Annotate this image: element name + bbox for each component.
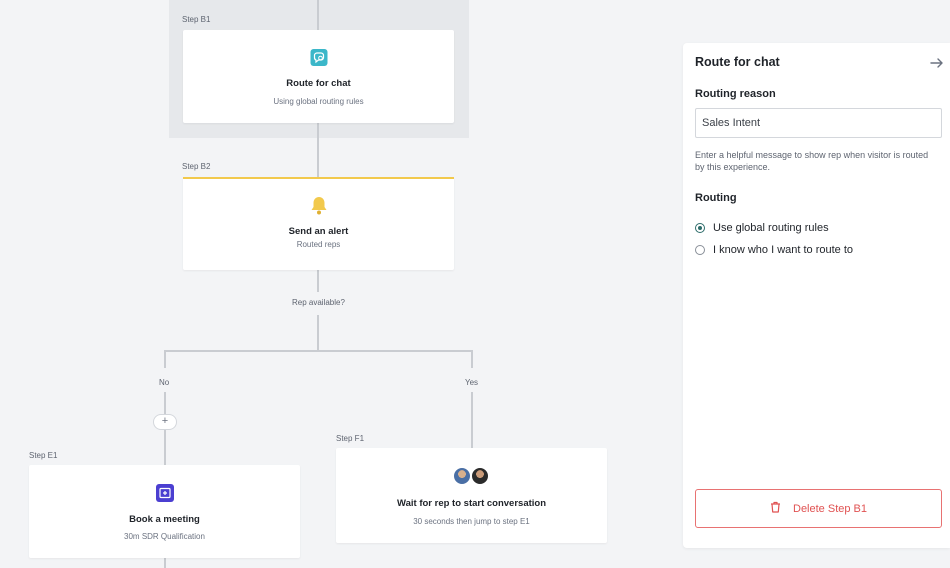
step-title: Book a meeting xyxy=(129,514,200,525)
step-label-b1: Step B1 xyxy=(182,15,211,24)
calendar-icon xyxy=(155,484,174,507)
connector-line xyxy=(317,123,319,178)
step-label-e1: Step E1 xyxy=(29,451,58,460)
avatar xyxy=(452,466,472,486)
step-label-f1: Step F1 xyxy=(336,434,365,443)
arrow-right-icon[interactable] xyxy=(929,55,945,71)
step-title: Send an alert xyxy=(288,226,349,237)
step-card-route-for-chat[interactable]: Route for chat Using global routing rule… xyxy=(183,30,454,123)
radio-button[interactable] xyxy=(695,223,705,233)
delete-step-label: Delete Step B1 xyxy=(793,502,867,515)
radio-button[interactable] xyxy=(695,245,705,255)
step-subtitle: 30m SDR Qualification xyxy=(124,532,205,541)
connector-line xyxy=(471,350,473,368)
helper-text: Enter a helpful message to show rep when… xyxy=(695,150,929,172)
branch-line xyxy=(164,350,473,352)
step-card-wait-for-rep[interactable]: Wait for rep to start conversation 30 se… xyxy=(336,448,607,543)
step-title: Route for chat xyxy=(286,78,351,89)
step-card-send-alert[interactable]: Send an alert Routed reps xyxy=(183,177,454,270)
routing-reason-label: Routing reason xyxy=(695,88,776,100)
step-subtitle: 30 seconds then jump to step E1 xyxy=(413,517,530,526)
delete-step-button[interactable]: Delete Step B1 xyxy=(695,489,942,528)
step-label-b2: Step B2 xyxy=(182,162,211,171)
radio-option-route-to[interactable]: I know who I want to route to xyxy=(695,244,853,256)
connector-line xyxy=(317,0,319,30)
routing-reason-input[interactable] xyxy=(695,108,942,138)
chat-route-icon xyxy=(310,49,327,71)
avatar xyxy=(470,466,490,486)
radio-label: I know who I want to route to xyxy=(713,244,854,256)
connector-line xyxy=(164,558,166,568)
step-settings-panel: Route for chat Routing reason Enter a he… xyxy=(683,43,950,548)
connector-line xyxy=(164,430,166,466)
panel-title: Route for chat xyxy=(695,55,780,69)
connector-line xyxy=(164,392,166,414)
connector-line xyxy=(317,270,319,292)
connector-line xyxy=(164,350,166,368)
step-card-book-meeting[interactable]: Book a meeting 30m SDR Qualification xyxy=(29,465,300,558)
active-step-accent xyxy=(183,177,454,179)
routing-label: Routing xyxy=(695,192,737,204)
step-subtitle: Routed reps xyxy=(296,240,341,249)
branch-label-yes: Yes xyxy=(465,378,479,387)
branch-label-no: No xyxy=(159,378,170,387)
connector-line xyxy=(471,392,473,448)
bell-icon xyxy=(308,194,330,221)
radio-option-global-routing[interactable]: Use global routing rules xyxy=(695,222,829,234)
add-step-button[interactable]: + xyxy=(153,414,177,430)
connector-line xyxy=(317,315,319,351)
radio-label: Use global routing rules xyxy=(713,222,829,234)
condition-label: Rep available? xyxy=(292,298,345,307)
flow-canvas: Step B1 Route for chat Using global rout… xyxy=(0,0,680,568)
step-subtitle: Using global routing rules xyxy=(273,97,364,106)
step-title: Wait for rep to start conversation xyxy=(396,498,547,509)
trash-icon xyxy=(770,500,781,518)
